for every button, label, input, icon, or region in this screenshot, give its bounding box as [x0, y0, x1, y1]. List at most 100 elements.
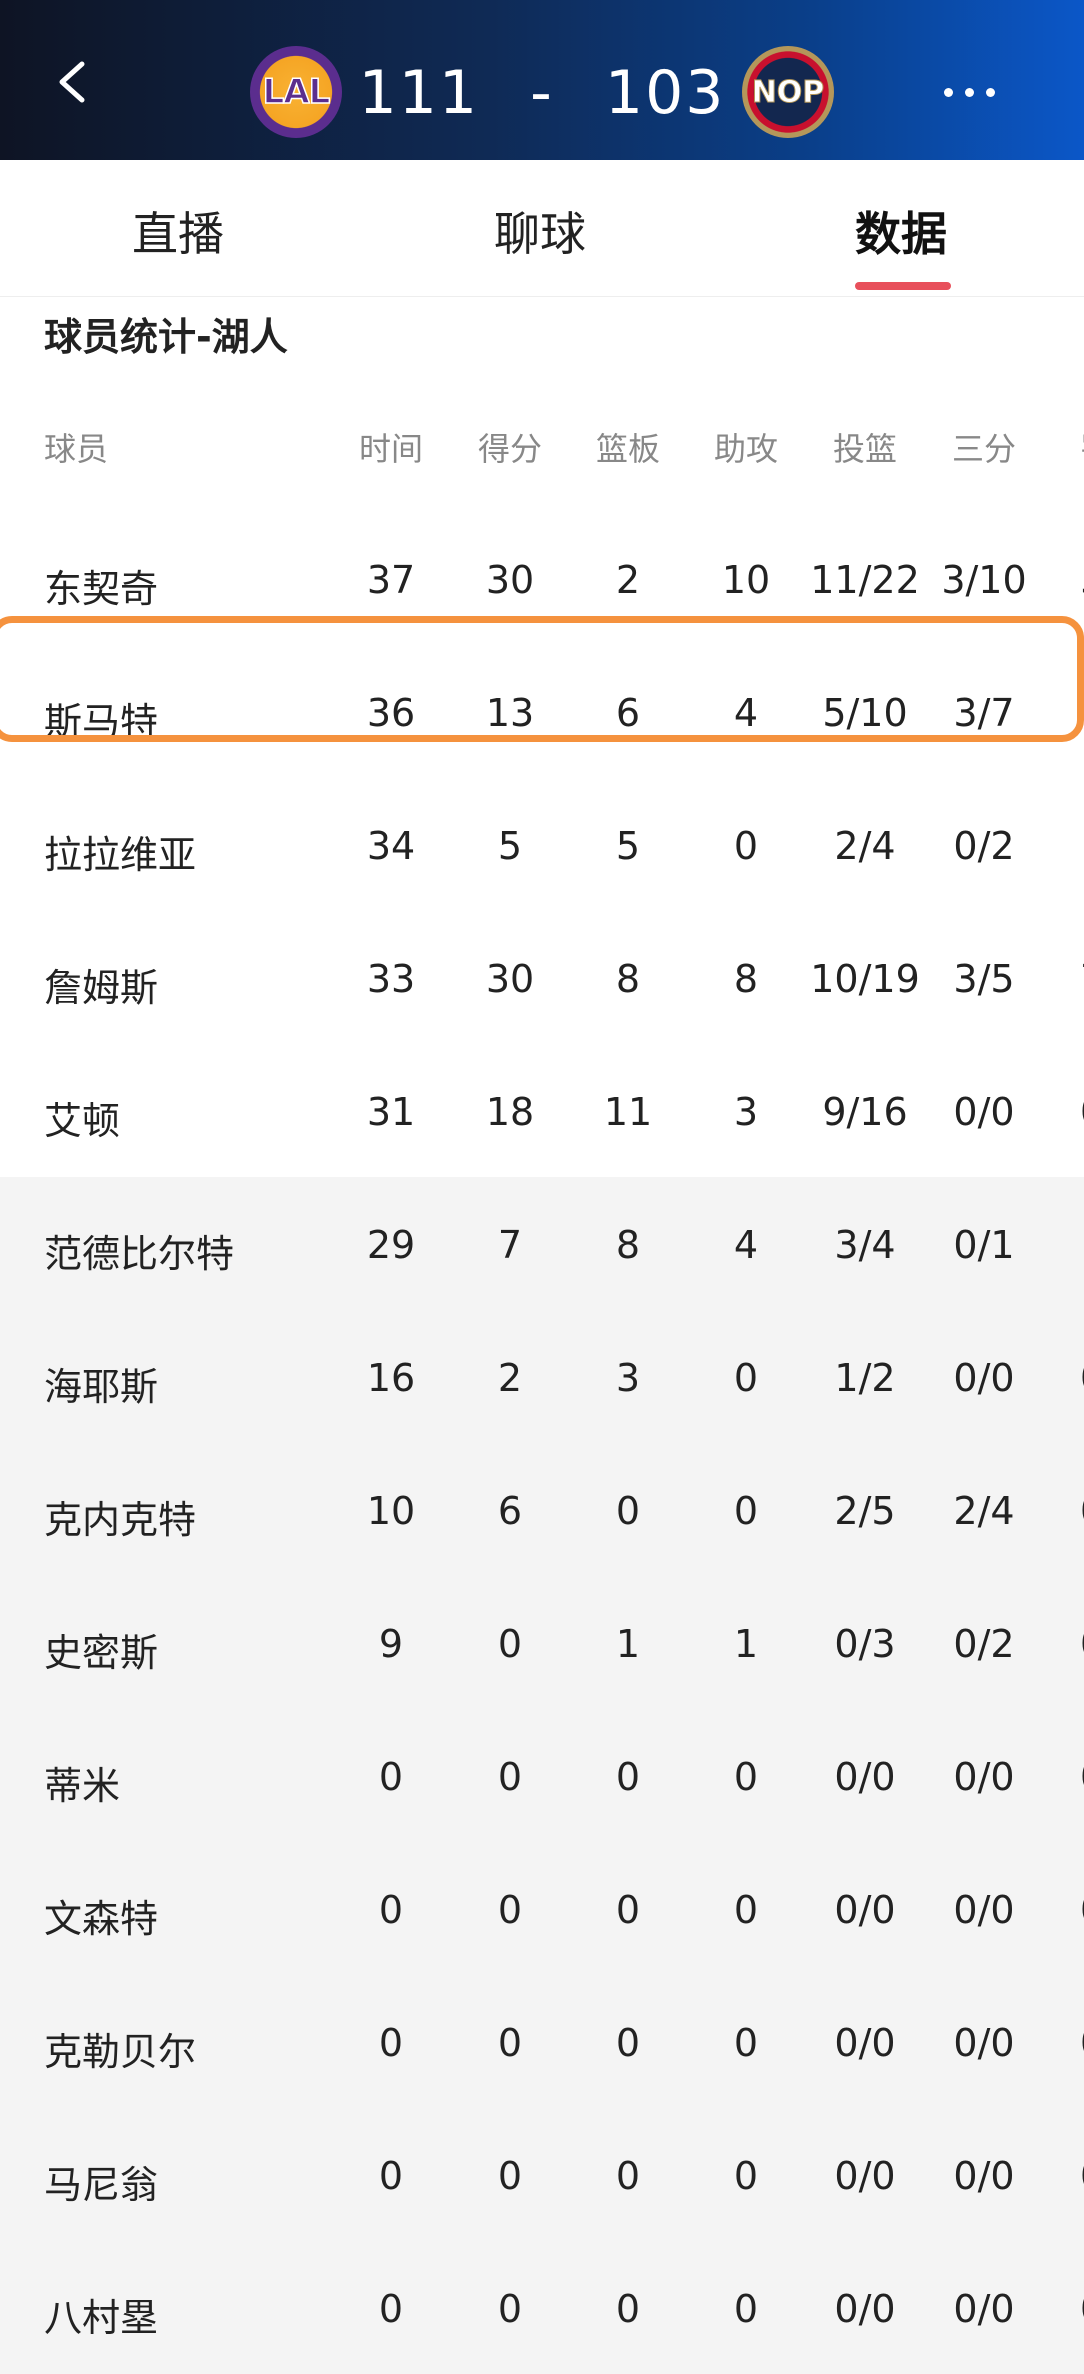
rebounds-cell: 0 — [615, 1888, 641, 1932]
free-throws-cell: 1 — [1080, 824, 1084, 868]
player-name-cell[interactable]: 斯马特 — [44, 691, 158, 746]
assists-cell: 4 — [733, 691, 759, 735]
section-title: 球员统计-湖人 — [44, 315, 288, 359]
rebounds-cell: 0 — [615, 1489, 641, 1533]
table-row[interactable]: 蒂米 0 0 0 0 0/0 0/0 0 — [0, 1709, 1084, 1842]
table-row[interactable]: 斯马特 36 13 6 4 5/10 3/7 — [0, 645, 1084, 778]
points-cell: 30 — [485, 558, 535, 602]
table-row[interactable]: 马尼翁 0 0 0 0 0/0 0/0 0 — [0, 2108, 1084, 2241]
column-header-3pt[interactable]: 三分 — [952, 424, 1016, 470]
three-pointers-cell: 2/4 — [953, 1489, 1015, 1533]
three-pointers-cell: 0/2 — [953, 1622, 1015, 1666]
tab-stats[interactable]: 数据 — [855, 198, 947, 264]
minutes-cell: 31 — [366, 1090, 416, 1134]
points-cell: 0 — [497, 1755, 523, 1799]
player-name-cell[interactable]: 拉拉维亚 — [44, 824, 196, 879]
field-goals-cell: 1/2 — [834, 1356, 896, 1400]
free-throws-cell: 0 — [1080, 1622, 1084, 1666]
minutes-cell: 0 — [378, 2287, 404, 2331]
assists-cell: 8 — [733, 957, 759, 1001]
table-row[interactable]: 克内克特 10 6 0 0 2/5 2/4 0 — [0, 1443, 1084, 1576]
three-pointers-cell: 0/2 — [953, 824, 1015, 868]
rebounds-cell: 0 — [615, 2021, 641, 2065]
tab-bar: 直播 聊球 数据 — [0, 160, 1084, 297]
points-cell: 30 — [485, 957, 535, 1001]
free-throws-cell: 0 — [1080, 1755, 1084, 1799]
assists-cell: 0 — [733, 2021, 759, 2065]
rebounds-cell: 5 — [615, 824, 641, 868]
three-pointers-cell: 0/0 — [953, 1755, 1015, 1799]
table-row[interactable]: 史密斯 9 0 1 1 0/3 0/2 0 — [0, 1576, 1084, 1709]
field-goals-cell: 5/10 — [822, 691, 908, 735]
points-cell: 0 — [497, 1622, 523, 1666]
game-score: 111 - 103 — [0, 58, 1084, 128]
column-header-player[interactable]: 球员 — [44, 424, 108, 470]
column-header-rebounds[interactable]: 篮板 — [596, 424, 660, 470]
table-row[interactable]: 东契奇 37 30 2 10 11/22 3/10 5 — [0, 512, 1084, 645]
minutes-cell: 36 — [366, 691, 416, 735]
three-pointers-cell: 0/0 — [953, 1888, 1015, 1932]
rebounds-cell: 8 — [615, 1223, 641, 1267]
table-row[interactable]: 詹姆斯 33 30 8 8 10/19 3/5 7 — [0, 911, 1084, 1044]
player-name-cell[interactable]: 八村塁 — [44, 2287, 158, 2342]
player-name-cell[interactable]: 艾顿 — [44, 1090, 120, 1145]
field-goals-cell: 0/3 — [834, 1622, 896, 1666]
player-name-cell[interactable]: 詹姆斯 — [44, 957, 158, 1012]
table-row[interactable]: 范德比尔特 29 7 8 4 3/4 0/1 1 — [0, 1177, 1084, 1310]
away-score: 103 — [604, 58, 726, 128]
more-options-icon[interactable] — [944, 88, 995, 97]
points-cell: 7 — [497, 1223, 523, 1267]
free-throws-cell: 5 — [1080, 558, 1084, 602]
table-row[interactable]: 文森特 0 0 0 0 0/0 0/0 0 — [0, 1842, 1084, 1975]
tab-chat[interactable]: 聊球 — [494, 198, 586, 264]
minutes-cell: 37 — [366, 558, 416, 602]
column-header-assists[interactable]: 助攻 — [714, 424, 778, 470]
player-name-cell[interactable]: 马尼翁 — [44, 2154, 158, 2209]
points-cell: 0 — [497, 2287, 523, 2331]
three-pointers-cell: 3/5 — [953, 957, 1015, 1001]
column-header-minutes[interactable]: 时间 — [359, 424, 423, 470]
three-pointers-cell: 0/0 — [953, 1090, 1015, 1134]
assists-cell: 0 — [733, 824, 759, 868]
column-header-points[interactable]: 得分 — [478, 424, 542, 470]
pelicans-logo[interactable]: NOP — [742, 46, 834, 138]
rebounds-cell: 6 — [615, 691, 641, 735]
assists-cell: 10 — [721, 558, 771, 602]
assists-cell: 0 — [733, 2154, 759, 2198]
player-name-cell[interactable]: 东契奇 — [44, 558, 158, 613]
free-throws-cell: 0 — [1080, 1888, 1084, 1932]
player-name-cell[interactable]: 克勒贝尔 — [44, 2021, 196, 2076]
tab-live[interactable]: 直播 — [132, 198, 224, 264]
three-pointers-cell: 3/10 — [941, 558, 1027, 602]
field-goals-cell: 0/0 — [834, 2154, 896, 2198]
player-name-cell[interactable]: 蒂米 — [44, 1755, 120, 1810]
assists-cell: 1 — [733, 1622, 759, 1666]
minutes-cell: 33 — [366, 957, 416, 1001]
table-row[interactable]: 克勒贝尔 0 0 0 0 0/0 0/0 0 — [0, 1975, 1084, 2108]
game-header: LAL 111 - 103 NOP — [0, 0, 1084, 160]
home-score: 111 — [358, 58, 480, 128]
player-name-cell[interactable]: 范德比尔特 — [44, 1223, 234, 1278]
field-goals-cell: 11/22 — [810, 558, 920, 602]
player-name-cell[interactable]: 克内克特 — [44, 1489, 196, 1544]
rebounds-cell: 1 — [615, 1622, 641, 1666]
assists-cell: 0 — [733, 1755, 759, 1799]
points-cell: 5 — [497, 824, 523, 868]
table-row[interactable]: 拉拉维亚 34 5 5 0 2/4 0/2 1 — [0, 778, 1084, 911]
assists-cell: 3 — [733, 1090, 759, 1134]
table-row[interactable]: 海耶斯 16 2 3 0 1/2 0/0 0 — [0, 1310, 1084, 1443]
column-header-ft[interactable]: 罚 — [1080, 424, 1084, 470]
player-name-cell[interactable]: 海耶斯 — [44, 1356, 158, 1411]
field-goals-cell: 2/5 — [834, 1489, 896, 1533]
field-goals-cell: 9/16 — [822, 1090, 908, 1134]
table-row[interactable]: 艾顿 31 18 11 3 9/16 0/0 0 — [0, 1044, 1084, 1177]
free-throws-cell: 1 — [1080, 1223, 1084, 1267]
column-header-fg[interactable]: 投篮 — [833, 424, 897, 470]
free-throws-cell: 0 — [1080, 2154, 1084, 2198]
points-cell: 18 — [485, 1090, 535, 1134]
player-name-cell[interactable]: 史密斯 — [44, 1622, 158, 1677]
assists-cell: 0 — [733, 1356, 759, 1400]
table-row[interactable]: 八村塁 0 0 0 0 0/0 0/0 0 — [0, 2241, 1084, 2374]
player-name-cell[interactable]: 文森特 — [44, 1888, 158, 1943]
three-pointers-cell: 0/0 — [953, 2021, 1015, 2065]
